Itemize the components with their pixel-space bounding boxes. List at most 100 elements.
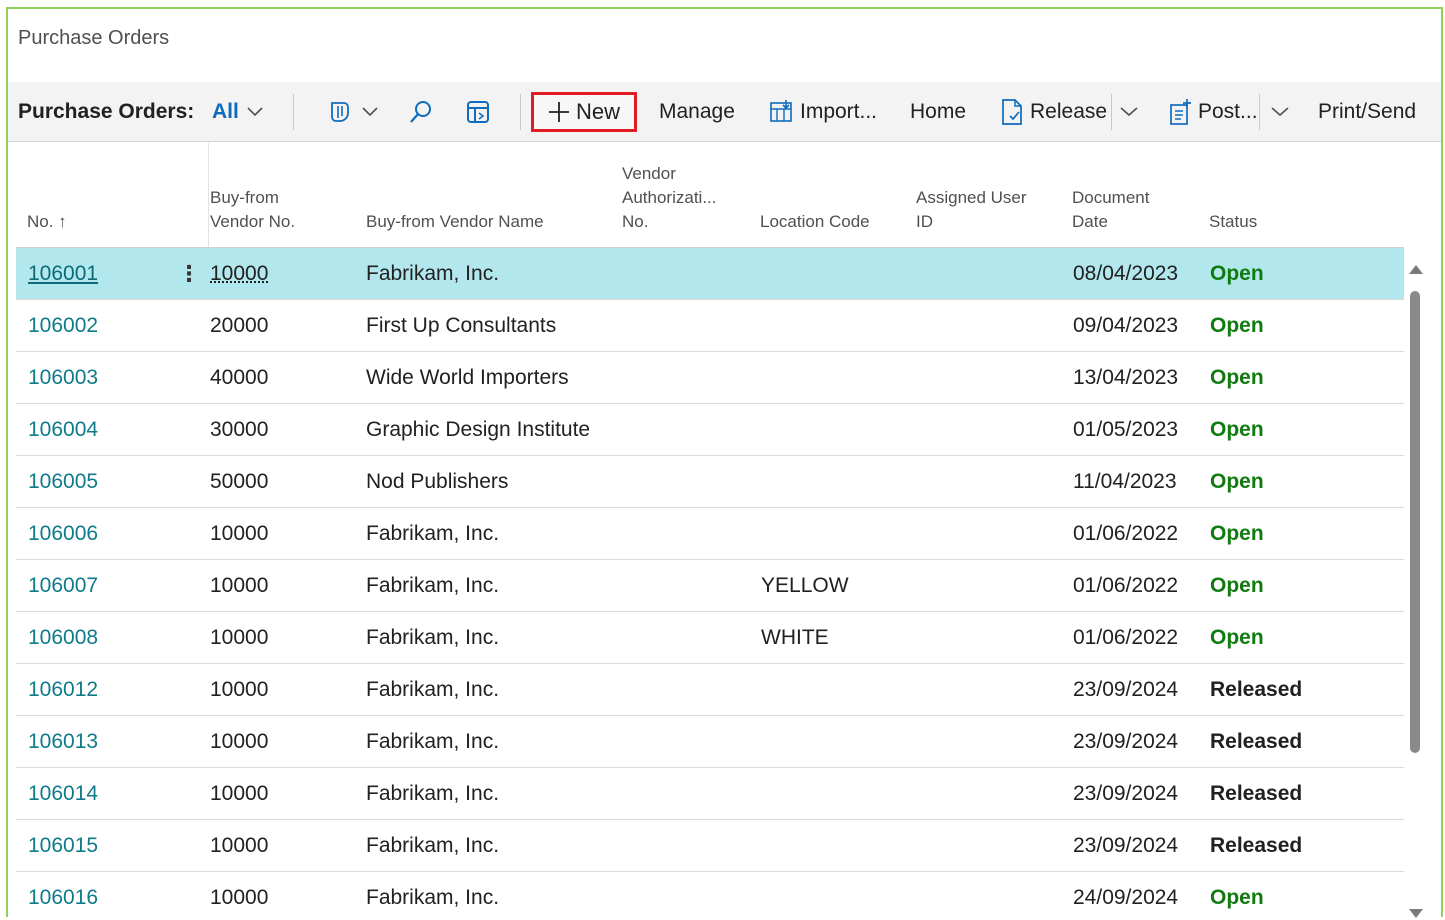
table-row[interactable]: 106007 10000 Fabrikam, Inc. YELLOW 01/06… <box>16 560 1404 612</box>
status-badge: Open <box>1210 612 1264 663</box>
home-menu[interactable]: Home <box>910 82 966 141</box>
separator <box>1259 94 1260 130</box>
order-no-link[interactable]: 106015 <box>28 820 98 871</box>
table-layout-icon <box>465 99 491 125</box>
table-row[interactable]: 106012 10000 Fabrikam, Inc. 23/09/2024 R… <box>16 664 1404 716</box>
row-menu-icon[interactable]: ⋮ <box>178 248 200 299</box>
status-badge: Open <box>1210 300 1264 351</box>
vendor-no[interactable]: 10000 <box>210 248 268 299</box>
vendor-no: 10000 <box>210 716 268 767</box>
vendor-name: Fabrikam, Inc. <box>366 820 499 871</box>
view-filter-label: All <box>212 100 239 124</box>
col-header-line: Document <box>1072 186 1149 210</box>
table-row[interactable]: 106006 10000 Fabrikam, Inc. 01/06/2022 O… <box>16 508 1404 560</box>
status-badge: Open <box>1210 456 1264 507</box>
post-document-icon <box>1168 98 1192 126</box>
status-badge: Open <box>1210 404 1264 455</box>
col-header-line: Buy-from <box>210 186 295 210</box>
table-row[interactable]: 106003 40000 Wide World Importers 13/04/… <box>16 352 1404 404</box>
table-row[interactable]: 106008 10000 Fabrikam, Inc. WHITE 01/06/… <box>16 612 1404 664</box>
order-no-link[interactable]: 106014 <box>28 768 98 819</box>
vendor-no: 40000 <box>210 352 268 403</box>
col-header-vendor-no[interactable]: Buy-from Vendor No. <box>210 186 295 234</box>
col-header-vendor-name[interactable]: Buy-from Vendor Name <box>366 210 544 234</box>
document-date: 01/06/2022 <box>1073 560 1178 611</box>
status-badge: Open <box>1210 560 1264 611</box>
document-date: 24/09/2024 <box>1073 872 1178 919</box>
view-filter-dropdown[interactable]: All <box>212 82 263 141</box>
import-button[interactable]: Import... <box>768 82 877 141</box>
order-no-link[interactable]: 106005 <box>28 456 98 507</box>
document-date: 09/04/2023 <box>1073 300 1178 351</box>
scrollbar-thumb[interactable] <box>1410 291 1420 753</box>
plus-icon <box>548 101 570 123</box>
order-no-link[interactable]: 106001 <box>28 248 98 299</box>
document-date: 08/04/2023 <box>1073 248 1178 299</box>
order-no-link[interactable]: 106006 <box>28 508 98 559</box>
location-code: YELLOW <box>761 560 849 611</box>
order-no-link[interactable]: 106012 <box>28 664 98 715</box>
vendor-name: Fabrikam, Inc. <box>366 248 499 299</box>
col-header-location[interactable]: Location Code <box>760 210 870 234</box>
table-row[interactable]: 106016 10000 Fabrikam, Inc. 24/09/2024 O… <box>16 872 1404 919</box>
post-dropdown[interactable] <box>1271 82 1289 141</box>
column-divider <box>208 143 209 247</box>
col-header-vendor-auth[interactable]: Vendor Authorizati... No. <box>622 162 717 234</box>
vendor-name: Fabrikam, Inc. <box>366 768 499 819</box>
document-date: 13/04/2023 <box>1073 352 1178 403</box>
col-header-line: Assigned User <box>916 186 1027 210</box>
vendor-name: Fabrikam, Inc. <box>366 508 499 559</box>
col-header-document-date[interactable]: Document Date <box>1072 186 1149 234</box>
vertical-scrollbar[interactable] <box>1406 257 1424 920</box>
manage-menu[interactable]: Manage <box>659 82 735 141</box>
table-row[interactable]: 106014 10000 Fabrikam, Inc. 23/09/2024 R… <box>16 768 1404 820</box>
release-button[interactable]: Release <box>1000 82 1107 141</box>
search-button[interactable] <box>408 82 434 141</box>
document-date: 23/09/2024 <box>1073 664 1178 715</box>
vendor-name: Fabrikam, Inc. <box>366 872 499 919</box>
order-no-link[interactable]: 106016 <box>28 872 98 919</box>
document-date: 23/09/2024 <box>1073 716 1178 767</box>
new-button[interactable]: New <box>531 92 637 132</box>
table-row[interactable]: 106013 10000 Fabrikam, Inc. 23/09/2024 R… <box>16 716 1404 768</box>
print-send-menu[interactable]: Print/Send <box>1318 82 1416 141</box>
vendor-name: Graphic Design Institute <box>366 404 590 455</box>
table-header: No. ↑ Buy-from Vendor No. Buy-from Vendo… <box>16 143 1404 248</box>
table-row[interactable]: 106005 50000 Nod Publishers 11/04/2023 O… <box>16 456 1404 508</box>
vendor-name: Fabrikam, Inc. <box>366 716 499 767</box>
vendor-no: 10000 <box>210 768 268 819</box>
col-header-assigned-user[interactable]: Assigned User ID <box>916 186 1027 234</box>
separator <box>293 94 294 130</box>
table-body: 106001 ⋮ 10000 Fabrikam, Inc. 08/04/2023… <box>16 248 1404 919</box>
layout-button[interactable] <box>465 82 491 141</box>
new-button-label: New <box>576 99 620 125</box>
post-button-label: Post... <box>1198 100 1258 124</box>
page-title: Purchase Orders <box>18 27 169 50</box>
table-row[interactable]: 106001 ⋮ 10000 Fabrikam, Inc. 08/04/2023… <box>16 248 1404 300</box>
order-no-link[interactable]: 106008 <box>28 612 98 663</box>
col-header-no[interactable]: No. ↑ <box>27 210 67 234</box>
scroll-up-arrow-icon[interactable] <box>1409 265 1423 274</box>
vendor-no: 10000 <box>210 820 268 871</box>
col-header-status[interactable]: Status <box>1209 210 1257 234</box>
filter-pane-button[interactable] <box>326 82 378 141</box>
search-icon <box>408 99 434 125</box>
order-no-link[interactable]: 106013 <box>28 716 98 767</box>
release-dropdown[interactable] <box>1120 82 1138 141</box>
vendor-no: 10000 <box>210 664 268 715</box>
scroll-down-arrow-icon[interactable] <box>1409 909 1423 918</box>
order-no-link[interactable]: 106003 <box>28 352 98 403</box>
vendor-name: First Up Consultants <box>366 300 556 351</box>
vendor-no: 10000 <box>210 560 268 611</box>
table-row[interactable]: 106002 20000 First Up Consultants 09/04/… <box>16 300 1404 352</box>
post-button[interactable]: Post... <box>1168 82 1258 141</box>
document-date: 23/09/2024 <box>1073 820 1178 871</box>
location-code: WHITE <box>761 612 829 663</box>
order-no-link[interactable]: 106004 <box>28 404 98 455</box>
table-row[interactable]: 106015 10000 Fabrikam, Inc. 23/09/2024 R… <box>16 820 1404 872</box>
page-frame: Purchase Orders Purchase Orders: All New… <box>6 7 1443 917</box>
order-no-link[interactable]: 106002 <box>28 300 98 351</box>
table-row[interactable]: 106004 30000 Graphic Design Institute 01… <box>16 404 1404 456</box>
order-no-link[interactable]: 106007 <box>28 560 98 611</box>
vendor-no: 20000 <box>210 300 268 351</box>
